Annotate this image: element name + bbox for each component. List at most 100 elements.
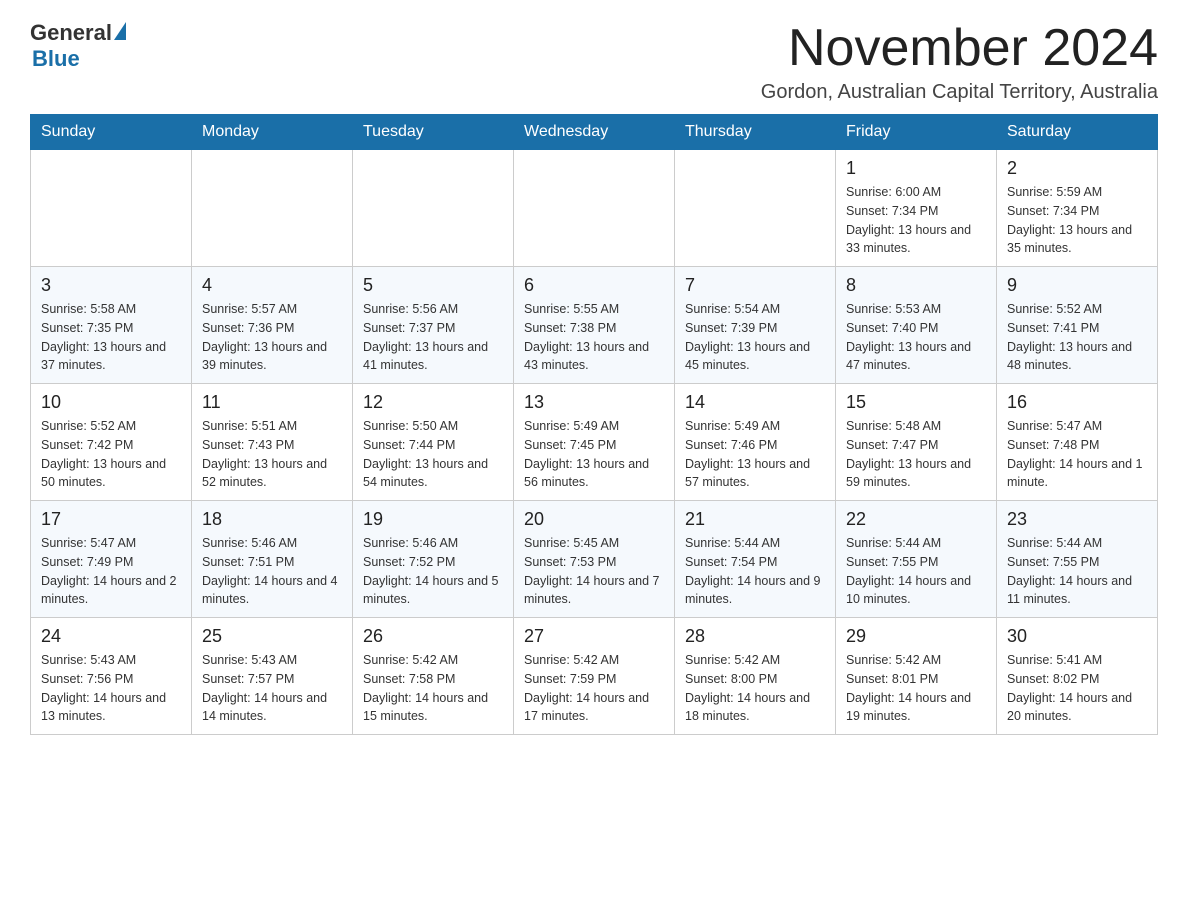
day-number: 8 — [846, 275, 986, 296]
day-info: Sunrise: 5:47 AMSunset: 7:48 PMDaylight:… — [1007, 417, 1147, 492]
weekday-header-thursday: Thursday — [675, 115, 836, 150]
calendar-cell: 24 Sunrise: 5:43 AMSunset: 7:56 PMDayligh… — [31, 618, 192, 735]
day-info: Sunrise: 5:46 AMSunset: 7:52 PMDaylight:… — [363, 534, 503, 609]
weekday-header-friday: Friday — [836, 115, 997, 150]
calendar-cell: 15 Sunrise: 5:48 AMSunset: 7:47 PMDayligh… — [836, 384, 997, 501]
day-info: Sunrise: 5:57 AMSunset: 7:36 PMDaylight:… — [202, 300, 342, 375]
day-number: 15 — [846, 392, 986, 413]
weekday-header-row: SundayMondayTuesdayWednesdayThursdayFrid… — [31, 115, 1158, 150]
calendar-cell: 21 Sunrise: 5:44 AMSunset: 7:54 PMDayligh… — [675, 501, 836, 618]
day-info: Sunrise: 5:59 AMSunset: 7:34 PMDaylight:… — [1007, 183, 1147, 258]
calendar-cell: 7 Sunrise: 5:54 AMSunset: 7:39 PMDaylight… — [675, 267, 836, 384]
day-info: Sunrise: 5:48 AMSunset: 7:47 PMDaylight:… — [846, 417, 986, 492]
weekday-header-monday: Monday — [192, 115, 353, 150]
day-info: Sunrise: 5:54 AMSunset: 7:39 PMDaylight:… — [685, 300, 825, 375]
day-info: Sunrise: 5:43 AMSunset: 7:57 PMDaylight:… — [202, 651, 342, 726]
day-info: Sunrise: 5:52 AMSunset: 7:41 PMDaylight:… — [1007, 300, 1147, 375]
calendar-cell: 23 Sunrise: 5:44 AMSunset: 7:55 PMDayligh… — [997, 501, 1158, 618]
calendar-week-row: 17 Sunrise: 5:47 AMSunset: 7:49 PMDayligh… — [31, 501, 1158, 618]
day-number: 19 — [363, 509, 503, 530]
day-number: 26 — [363, 626, 503, 647]
weekday-header-tuesday: Tuesday — [353, 115, 514, 150]
calendar-cell: 12Sunrise: 5:50 AMSunset: 7:44 PMDayligh… — [353, 384, 514, 501]
logo-general-text: General — [30, 20, 112, 46]
day-number: 10 — [41, 392, 181, 413]
calendar-cell: 29 Sunrise: 5:42 AMSunset: 8:01 PMDayligh… — [836, 618, 997, 735]
day-number: 24 — [41, 626, 181, 647]
calendar-cell: 16 Sunrise: 5:47 AMSunset: 7:48 PMDayligh… — [997, 384, 1158, 501]
day-number: 5 — [363, 275, 503, 296]
calendar-cell: 22 Sunrise: 5:44 AMSunset: 7:55 PMDayligh… — [836, 501, 997, 618]
calendar-cell: 6 Sunrise: 5:55 AMSunset: 7:38 PMDaylight… — [514, 267, 675, 384]
day-number: 30 — [1007, 626, 1147, 647]
day-info: Sunrise: 6:00 AMSunset: 7:34 PMDaylight:… — [846, 183, 986, 258]
day-number: 16 — [1007, 392, 1147, 413]
day-number: 3 — [41, 275, 181, 296]
day-info: Sunrise: 5:49 AMSunset: 7:45 PMDaylight:… — [524, 417, 664, 492]
calendar-week-row: 24 Sunrise: 5:43 AMSunset: 7:56 PMDayligh… — [31, 618, 1158, 735]
day-info: Sunrise: 5:41 AMSunset: 8:02 PMDaylight:… — [1007, 651, 1147, 726]
calendar-cell: 18Sunrise: 5:46 AMSunset: 7:51 PMDayligh… — [192, 501, 353, 618]
logo-triangle-icon — [114, 22, 126, 40]
day-number: 9 — [1007, 275, 1147, 296]
weekday-header-saturday: Saturday — [997, 115, 1158, 150]
calendar-cell: 10 Sunrise: 5:52 AMSunset: 7:42 PMDayligh… — [31, 384, 192, 501]
calendar-cell — [353, 150, 514, 267]
title-area: November 2024 Gordon, Australian Capital… — [761, 20, 1158, 104]
logo-blue-text: Blue — [32, 46, 80, 72]
day-number: 6 — [524, 275, 664, 296]
day-number: 25 — [202, 626, 342, 647]
day-number: 4 — [202, 275, 342, 296]
day-info: Sunrise: 5:42 AMSunset: 7:58 PMDaylight:… — [363, 651, 503, 726]
day-number: 23 — [1007, 509, 1147, 530]
day-number: 22 — [846, 509, 986, 530]
day-info: Sunrise: 5:44 AMSunset: 7:55 PMDaylight:… — [1007, 534, 1147, 609]
day-info: Sunrise: 5:42 AMSunset: 8:01 PMDaylight:… — [846, 651, 986, 726]
day-info: Sunrise: 5:45 AMSunset: 7:53 PMDaylight:… — [524, 534, 664, 609]
day-number: 2 — [1007, 158, 1147, 179]
calendar-cell — [514, 150, 675, 267]
calendar: SundayMondayTuesdayWednesdayThursdayFrid… — [30, 114, 1158, 735]
day-info: Sunrise: 5:44 AMSunset: 7:55 PMDaylight:… — [846, 534, 986, 609]
calendar-cell: 26 Sunrise: 5:42 AMSunset: 7:58 PMDayligh… — [353, 618, 514, 735]
day-info: Sunrise: 5:43 AMSunset: 7:56 PMDaylight:… — [41, 651, 181, 726]
calendar-cell: 2 Sunrise: 5:59 AMSunset: 7:34 PMDaylight… — [997, 150, 1158, 267]
header: General Blue November 2024 Gordon, Austr… — [30, 20, 1158, 104]
calendar-cell: 27 Sunrise: 5:42 AMSunset: 7:59 PMDayligh… — [514, 618, 675, 735]
day-info: Sunrise: 5:55 AMSunset: 7:38 PMDaylight:… — [524, 300, 664, 375]
day-number: 21 — [685, 509, 825, 530]
day-info: Sunrise: 5:47 AMSunset: 7:49 PMDaylight:… — [41, 534, 181, 609]
calendar-cell: 11Sunrise: 5:51 AMSunset: 7:43 PMDayligh… — [192, 384, 353, 501]
day-number: 18 — [202, 509, 342, 530]
weekday-header-wednesday: Wednesday — [514, 115, 675, 150]
calendar-cell: 8Sunrise: 5:53 AMSunset: 7:40 PMDaylight… — [836, 267, 997, 384]
calendar-cell: 19 Sunrise: 5:46 AMSunset: 7:52 PMDayligh… — [353, 501, 514, 618]
calendar-cell — [31, 150, 192, 267]
weekday-header-sunday: Sunday — [31, 115, 192, 150]
calendar-cell: 4 Sunrise: 5:57 AMSunset: 7:36 PMDaylight… — [192, 267, 353, 384]
calendar-cell — [192, 150, 353, 267]
day-number: 27 — [524, 626, 664, 647]
day-number: 14 — [685, 392, 825, 413]
calendar-cell: 17 Sunrise: 5:47 AMSunset: 7:49 PMDayligh… — [31, 501, 192, 618]
day-number: 11 — [202, 392, 342, 413]
calendar-cell: 14Sunrise: 5:49 AMSunset: 7:46 PMDayligh… — [675, 384, 836, 501]
calendar-cell: 9 Sunrise: 5:52 AMSunset: 7:41 PMDaylight… — [997, 267, 1158, 384]
day-number: 29 — [846, 626, 986, 647]
day-number: 17 — [41, 509, 181, 530]
day-info: Sunrise: 5:52 AMSunset: 7:42 PMDaylight:… — [41, 417, 181, 492]
day-number: 7 — [685, 275, 825, 296]
month-title: November 2024 — [761, 20, 1158, 77]
day-info: Sunrise: 5:42 AMSunset: 7:59 PMDaylight:… — [524, 651, 664, 726]
logo: General Blue — [30, 20, 126, 72]
day-number: 13 — [524, 392, 664, 413]
location-title: Gordon, Australian Capital Territory, Au… — [761, 81, 1158, 104]
calendar-cell: 20 Sunrise: 5:45 AMSunset: 7:53 PMDayligh… — [514, 501, 675, 618]
day-number: 20 — [524, 509, 664, 530]
calendar-cell: 3Sunrise: 5:58 AMSunset: 7:35 PMDaylight… — [31, 267, 192, 384]
day-info: Sunrise: 5:44 AMSunset: 7:54 PMDaylight:… — [685, 534, 825, 609]
day-info: Sunrise: 5:50 AMSunset: 7:44 PMDaylight:… — [363, 417, 503, 492]
calendar-week-row: 3Sunrise: 5:58 AMSunset: 7:35 PMDaylight… — [31, 267, 1158, 384]
calendar-week-row: 10 Sunrise: 5:52 AMSunset: 7:42 PMDayligh… — [31, 384, 1158, 501]
calendar-cell: 5Sunrise: 5:56 AMSunset: 7:37 PMDaylight… — [353, 267, 514, 384]
